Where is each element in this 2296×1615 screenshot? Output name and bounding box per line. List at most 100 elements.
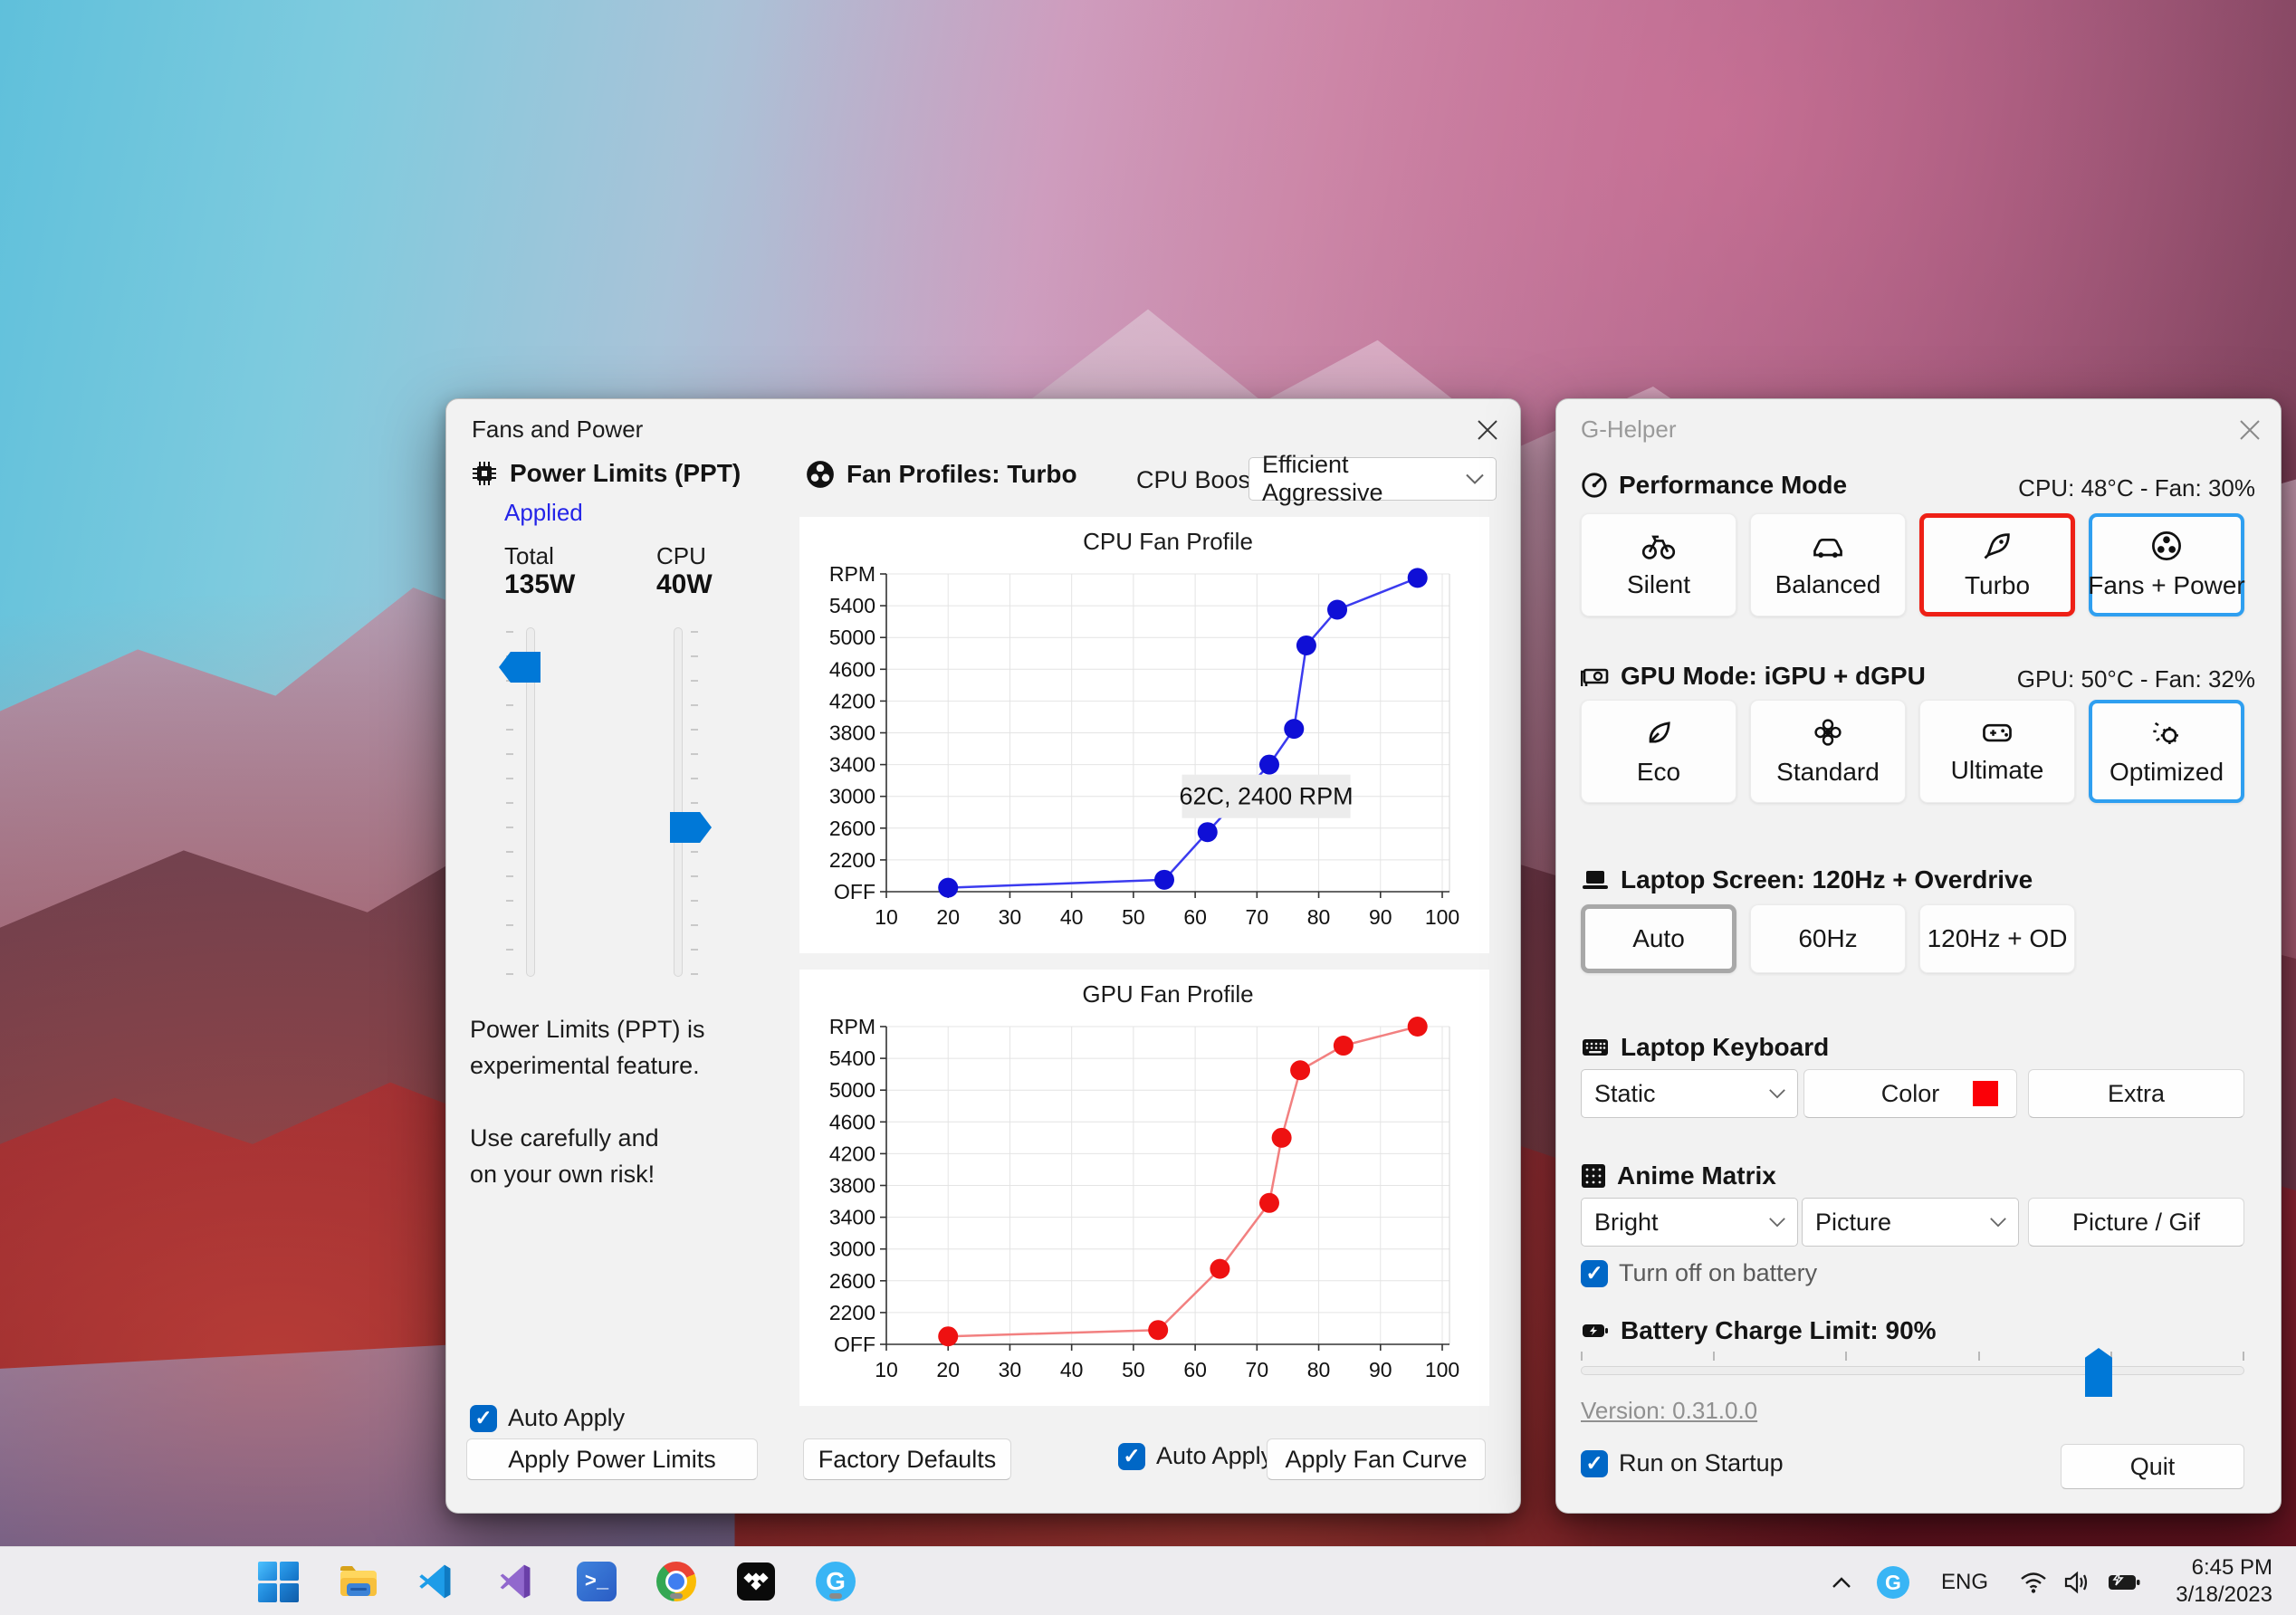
checkbox-label: Run on Startup <box>1619 1449 1784 1476</box>
battery-limit-header: Battery Charge Limit: 90% <box>1581 1316 1937 1345</box>
tray-clock[interactable]: 6:45 PM 3/18/2023 <box>2176 1554 2272 1609</box>
mode-balanced-button[interactable]: Balanced <box>1750 513 1906 616</box>
fan-profiles-header: Fan Profiles: Turbo <box>805 459 1077 490</box>
close-icon[interactable] <box>2230 412 2270 448</box>
fan-auto-apply-checkbox[interactable]: ✓ Auto Apply <box>1118 1442 1273 1470</box>
mode-label: Standard <box>1776 758 1880 786</box>
start-button[interactable] <box>256 1560 300 1603</box>
cpu-fan-chart[interactable]: CPU Fan Profile OFF 2200 2600 3000 3400 3800 42… <box>799 517 1489 953</box>
battery-charging-icon[interactable] <box>2102 1567 2146 1598</box>
language-indicator[interactable]: ENG <box>1936 1569 1994 1596</box>
keyboard-color-button[interactable]: Color <box>1803 1069 2017 1118</box>
apply-power-limits-button[interactable]: Apply Power Limits <box>466 1438 758 1480</box>
cpu-power-slider-thumb[interactable] <box>670 812 712 843</box>
screen-auto-button[interactable]: Auto <box>1581 904 1736 973</box>
svg-text:3800: 3800 <box>829 721 875 745</box>
visual-studio-icon[interactable] <box>495 1560 539 1603</box>
matrix-picture-gif-button[interactable]: Picture / Gif <box>2028 1198 2244 1247</box>
svg-text:4200: 4200 <box>829 1142 875 1165</box>
gpu-eco-button[interactable]: Eco <box>1581 700 1736 803</box>
factory-defaults-button[interactable]: Factory Defaults <box>803 1438 1011 1480</box>
fan-icon <box>807 461 834 488</box>
matrix-mode-value: Picture <box>1815 1208 1892 1236</box>
terminal-icon[interactable]: >_ <box>575 1560 618 1603</box>
battery-limit-heading: Battery Charge Limit: 90% <box>1621 1316 1937 1344</box>
screen-60hz-button[interactable]: 60Hz <box>1750 904 1906 973</box>
chevron-down-icon <box>1466 473 1484 484</box>
svg-text:4200: 4200 <box>829 689 875 712</box>
tray-chevron-up-icon[interactable] <box>1825 1569 1858 1596</box>
volume-icon[interactable] <box>2057 1567 2097 1598</box>
mode-label: Ultimate <box>1950 756 2044 784</box>
svg-text:2600: 2600 <box>829 817 875 840</box>
mode-fans-power-button[interactable]: Fans + Power <box>2088 513 2245 616</box>
chrome-icon[interactable] <box>655 1560 698 1603</box>
vscode-icon[interactable] <box>416 1560 459 1603</box>
run-on-startup-checkbox[interactable]: ✓ Run on Startup <box>1581 1449 1784 1477</box>
mode-label: Fans + Power <box>2088 571 2245 599</box>
cpu-boost-label: CPU Boost <box>1136 466 1258 493</box>
tray-g-helper-icon[interactable]: G <box>1876 1565 1910 1600</box>
mode-turbo-button[interactable]: Turbo <box>1919 513 2075 616</box>
cpu-value: 40W <box>656 569 713 599</box>
cpu-label: CPU <box>656 542 706 569</box>
svg-text:100: 100 <box>1425 905 1459 929</box>
mode-silent-button[interactable]: Silent <box>1581 513 1736 616</box>
ppt-warning-text: Power Limits (PPT) is experimental featu… <box>470 1011 705 1192</box>
mode-label: Turbo <box>1964 571 2031 599</box>
svg-text:3000: 3000 <box>829 785 875 808</box>
keyboard-extra-button[interactable]: Extra <box>2028 1069 2244 1118</box>
anime-matrix-heading: Anime Matrix <box>1617 1161 1776 1190</box>
warning-line: on your own risk! <box>470 1161 655 1188</box>
tray-date: 3/18/2023 <box>2176 1582 2272 1607</box>
optimize-gear-icon <box>2153 721 2178 744</box>
cpu-boost-value: Efficient Aggressive <box>1262 451 1383 506</box>
bicycle-icon <box>1641 535 1676 559</box>
apply-fan-curve-button[interactable]: Apply Fan Curve <box>1267 1438 1486 1480</box>
matrix-battery-checkbox[interactable]: ✓ Turn off on battery <box>1581 1259 1817 1287</box>
svg-text:3800: 3800 <box>829 1174 875 1198</box>
screen-120hz-od-button[interactable]: 120Hz + OD <box>1919 904 2075 973</box>
file-explorer-icon[interactable] <box>336 1560 379 1603</box>
tidal-icon[interactable] <box>734 1560 778 1603</box>
anime-matrix-header: Anime Matrix <box>1581 1161 1776 1190</box>
battery-limit-slider[interactable] <box>1581 1366 2244 1375</box>
wifi-icon[interactable] <box>2015 1567 2052 1598</box>
svg-text:62C, 2400 RPM: 62C, 2400 RPM <box>1180 783 1354 810</box>
power-limits-heading: Power Limits (PPT) <box>510 459 741 487</box>
g-helper-icon[interactable]: G <box>814 1560 857 1603</box>
fan-icon <box>2152 531 2181 560</box>
svg-text:70: 70 <box>1246 905 1269 929</box>
color-button-label: Color <box>1880 1079 1940 1107</box>
leaf-icon <box>1649 721 1670 743</box>
gpu-ultimate-button[interactable]: Ultimate <box>1919 700 2075 803</box>
power-limits-header: Power Limits (PPT) <box>470 459 741 488</box>
total-label: Total <box>504 542 554 569</box>
gpu-temp-fan-status: GPU: 50°C - Fan: 32% <box>2016 665 2255 693</box>
running-indicator <box>670 1593 683 1599</box>
cpu-power-slider[interactable] <box>674 627 683 977</box>
version-link[interactable]: Version: 0.31.0.0 <box>1581 1397 1757 1425</box>
close-icon[interactable] <box>1468 412 1507 448</box>
quit-button[interactable]: Quit <box>2061 1444 2244 1489</box>
laptop-keyboard-heading: Laptop Keyboard <box>1621 1033 1830 1061</box>
matrix-brightness-select[interactable]: Bright <box>1581 1198 1798 1247</box>
total-power-slider-thumb[interactable] <box>499 652 541 683</box>
matrix-mode-select[interactable]: Picture <box>1802 1198 2019 1247</box>
checkbox-check-icon: ✓ <box>1118 1442 1145 1470</box>
keyboard-mode-select[interactable]: Static <box>1581 1069 1798 1118</box>
gpu-standard-button[interactable]: Standard <box>1750 700 1906 803</box>
gpu-fan-chart[interactable]: GPU Fan Profile OFF 2200 2600 3000 3400 3800 42… <box>799 970 1489 1406</box>
power-auto-apply-checkbox[interactable]: ✓ Auto Apply <box>470 1404 625 1432</box>
gpu-optimized-button[interactable]: Optimized <box>2089 700 2244 803</box>
cpu-boost-select[interactable]: Efficient Aggressive <box>1248 451 1497 506</box>
svg-text:4600: 4600 <box>829 1110 875 1133</box>
applied-link[interactable]: Applied <box>504 499 583 527</box>
performance-mode-heading: Performance Mode <box>1619 471 1848 499</box>
speedometer-icon <box>1582 473 1607 498</box>
mode-label: 120Hz + OD <box>1927 924 2068 952</box>
svg-text:RPM: RPM <box>829 1015 875 1038</box>
desktop: Fans and Power Power Limits (PPT) Applie… <box>0 0 2296 1615</box>
svg-text:5000: 5000 <box>829 626 875 649</box>
battery-limit-slider-thumb[interactable] <box>2085 1348 2112 1397</box>
